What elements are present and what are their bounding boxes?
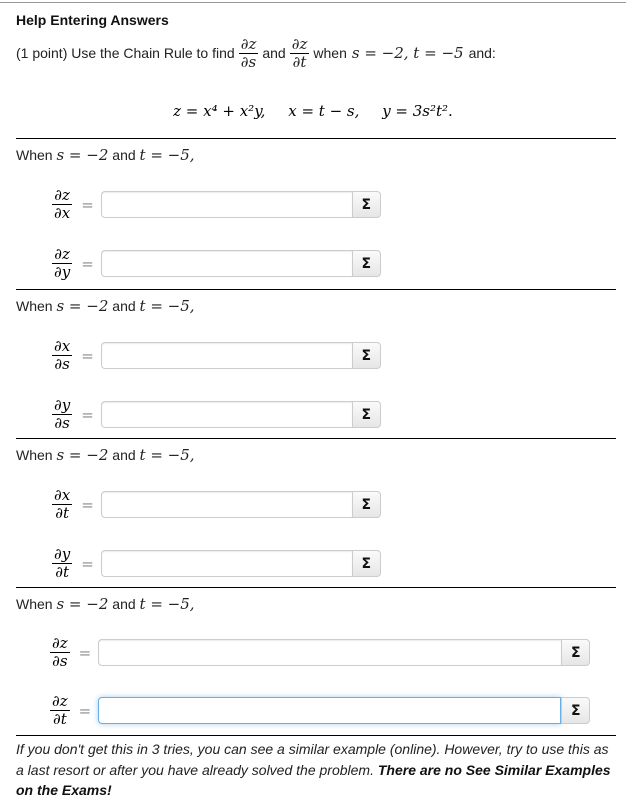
when-and: and <box>112 147 136 163</box>
sigma-icon: Σ <box>361 347 372 364</box>
sigma-icon: Σ <box>361 496 372 513</box>
answer-row: ∂y ∂s = Σ <box>52 397 381 432</box>
s-value: s = −2 <box>56 297 109 315</box>
equals-sign: = <box>78 643 92 662</box>
answer-input-dx-dt[interactable] <box>100 491 352 518</box>
divider <box>16 289 616 290</box>
when-and: and <box>112 298 136 314</box>
t-value: t = −5, <box>139 146 195 164</box>
equals-sign: = <box>78 701 92 720</box>
equation-editor-button[interactable]: Σ <box>351 250 381 277</box>
sigma-icon: Σ <box>570 644 581 661</box>
answer-input-dy-ds[interactable] <box>100 401 352 428</box>
sigma-icon: Σ <box>361 555 372 572</box>
answer-input-dz-dy[interactable] <box>100 250 352 277</box>
equals-sign: = <box>81 554 94 573</box>
equation-editor-button[interactable]: Σ <box>561 697 591 724</box>
divider <box>16 587 616 588</box>
top-divider <box>0 2 626 3</box>
equation-editor-button[interactable]: Σ <box>351 191 381 218</box>
t-value: t = −5, <box>139 297 195 315</box>
equation-editor-button[interactable]: Σ <box>351 401 381 428</box>
help-entering-answers-link[interactable]: Help Entering Answers <box>16 12 169 28</box>
fraction-dx-ds: ∂x ∂s <box>52 337 73 373</box>
problem-statement: (1 point) Use the Chain Rule to find ∂z … <box>16 33 496 73</box>
fraction-dz-dt: ∂z ∂t <box>289 34 310 71</box>
equation-x: x = t − s, <box>288 102 360 120</box>
problem-and: and <box>262 45 286 61</box>
fraction-dz-dy: ∂z ∂y <box>52 245 72 281</box>
equation-z: z = x⁴ + x²y, <box>173 102 266 120</box>
fraction-dx-dt: ∂x ∂t <box>52 486 73 522</box>
answer-row: ∂z ∂s = Σ <box>50 634 591 670</box>
divider <box>16 735 616 736</box>
when-prefix: When <box>16 147 53 163</box>
equals-sign: = <box>81 346 94 365</box>
sigma-icon: Σ <box>361 196 372 213</box>
fraction-dz-ds: ∂z ∂s <box>50 634 70 670</box>
answer-row: ∂x ∂t = Σ <box>52 487 381 522</box>
when-condition: When s = −2 and t = −5, <box>16 146 195 164</box>
hint-note: If you don't get this in 3 tries, you ca… <box>16 739 616 801</box>
when-prefix: When <box>16 447 53 463</box>
equals-sign: = <box>81 405 94 424</box>
t-value: t = −5, <box>139 595 195 613</box>
s-value: s = −2 <box>56 446 109 464</box>
answer-input-dz-ds[interactable] <box>98 639 562 666</box>
equation-editor-button[interactable]: Σ <box>351 491 381 518</box>
answer-input-dz-dt[interactable] <box>98 697 562 724</box>
answer-row: ∂z ∂x = Σ <box>52 187 381 222</box>
when-condition: When s = −2 and t = −5, <box>16 446 195 464</box>
equation-editor-button[interactable]: Σ <box>561 639 591 666</box>
answer-row: ∂y ∂t = Σ <box>52 546 381 581</box>
equals-sign: = <box>81 254 94 273</box>
sigma-icon: Σ <box>361 255 372 272</box>
t-value: t = −5, <box>139 446 195 464</box>
answer-input-dz-dx[interactable] <box>100 191 352 218</box>
answer-input-dy-dt[interactable] <box>100 550 352 577</box>
fraction-dz-ds: ∂z ∂s <box>238 34 259 71</box>
when-and: and <box>112 447 136 463</box>
s-value: s = −2 <box>56 146 109 164</box>
problem-when: when <box>313 45 347 61</box>
when-prefix: When <box>16 596 53 612</box>
equals-sign: = <box>81 495 94 514</box>
equation-editor-button[interactable]: Σ <box>351 342 381 369</box>
divider <box>16 138 616 139</box>
problem-condition: s = −2, t = −5 <box>351 44 464 62</box>
fraction-dy-ds: ∂y ∂s <box>52 396 73 432</box>
equations: z = x⁴ + x²y, x = t − s, y = 3s²t². <box>0 102 626 120</box>
answer-row: ∂z ∂y = Σ <box>52 246 381 281</box>
fraction-dy-dt: ∂y ∂t <box>52 545 73 581</box>
fraction-dz-dx: ∂z ∂x <box>52 186 72 222</box>
s-value: s = −2 <box>56 595 109 613</box>
divider <box>16 438 616 439</box>
when-and: and <box>112 596 136 612</box>
sigma-icon: Σ <box>570 702 581 719</box>
answer-row: ∂z ∂t = Σ <box>50 692 591 728</box>
when-condition: When s = −2 and t = −5, <box>16 297 195 315</box>
equals-sign: = <box>81 195 94 214</box>
problem-suffix: and: <box>468 45 496 61</box>
fraction-dz-dt: ∂z ∂t <box>50 692 70 728</box>
equation-y: y = 3s²t². <box>382 102 453 120</box>
problem-prefix: (1 point) Use the Chain Rule to find <box>16 45 235 61</box>
answer-input-dx-ds[interactable] <box>100 342 352 369</box>
sigma-icon: Σ <box>361 406 372 423</box>
equation-editor-button[interactable]: Σ <box>351 550 381 577</box>
when-condition: When s = −2 and t = −5, <box>16 595 195 613</box>
answer-row: ∂x ∂s = Σ <box>52 338 381 373</box>
when-prefix: When <box>16 298 53 314</box>
